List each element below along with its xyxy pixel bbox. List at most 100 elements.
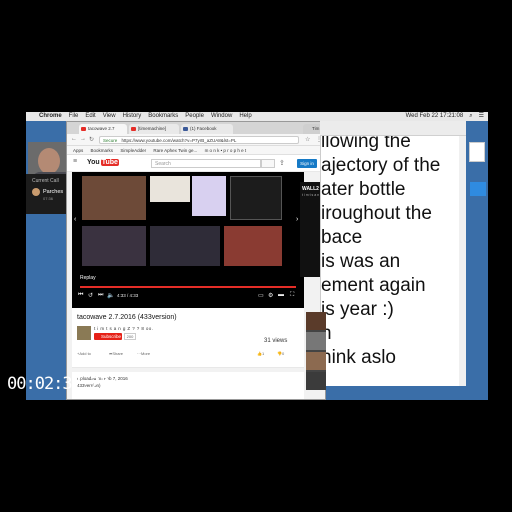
- tab-label: (1) Facebook: [190, 126, 217, 131]
- menu-edit[interactable]: Edit: [85, 112, 95, 121]
- caller-avatar: [32, 188, 40, 196]
- note-line: ement again: [321, 275, 426, 296]
- like-button[interactable]: 👍 1: [257, 351, 264, 356]
- back-icon[interactable]: ←: [71, 136, 77, 142]
- youtube-logo[interactable]: You Tube: [87, 159, 119, 166]
- logo-you: You: [87, 159, 100, 166]
- logo-tube: Tube: [100, 159, 119, 166]
- forward-icon[interactable]: →: [80, 136, 86, 142]
- chrome-window: tacowave 2.7 [timemachine] (1) Facebook …: [66, 121, 326, 400]
- note-line: bace: [321, 227, 363, 248]
- volume-icon[interactable]: 🔈: [107, 292, 114, 299]
- channel-avatar[interactable]: [77, 326, 91, 340]
- video-frame: Chrome File Edit View History Bookmarks …: [0, 0, 512, 512]
- search-button[interactable]: [261, 159, 275, 168]
- channel-name[interactable]: t i m t s a n g Z ? ? 8 oo.: [94, 326, 153, 331]
- next-icon[interactable]: ⏭: [98, 292, 103, 299]
- add-to-button[interactable]: + Add to: [77, 351, 91, 356]
- progress-bar[interactable]: [80, 286, 296, 288]
- folder-icon[interactable]: [470, 182, 486, 196]
- menu-app-chrome[interactable]: Chrome: [39, 112, 62, 121]
- replay-label[interactable]: Replay: [80, 275, 96, 281]
- replay-icon[interactable]: ↺: [88, 292, 93, 299]
- menu-window[interactable]: Window: [211, 112, 232, 121]
- end-screen-tile[interactable]: [230, 176, 282, 220]
- more-button[interactable]: ··· More: [137, 351, 150, 356]
- sign-in-button[interactable]: Sign in: [297, 159, 317, 168]
- related-thumb[interactable]: [306, 352, 326, 370]
- address-bar[interactable]: Secure https://www.youtube.com/watch?v=P…: [99, 136, 299, 144]
- reload-icon[interactable]: ↻: [89, 136, 94, 143]
- facebook-favicon-icon: [183, 127, 188, 131]
- tab-label: tacowave 2.7: [88, 126, 115, 131]
- menu-bookmarks[interactable]: Bookmarks: [148, 112, 178, 121]
- subtitles-icon[interactable]: ▭: [258, 292, 264, 299]
- bookmark-apps[interactable]: Apps: [73, 148, 83, 153]
- note-line: ater bottle: [321, 179, 406, 200]
- tab-label: Tim: [312, 126, 320, 131]
- browser-toolbar: ← → ↻ Secure https://www.youtube.com/wat…: [67, 134, 325, 146]
- bookmark-bookmarks[interactable]: Bookmarks: [91, 148, 114, 153]
- bookmark-simpleadder[interactable]: SimpleAdder: [120, 148, 146, 153]
- theater-icon[interactable]: ▬: [278, 292, 284, 298]
- share-button[interactable]: ➦ Share: [109, 351, 123, 356]
- bookmark-aphex[interactable]: Rare Aphex Twin ge...: [153, 148, 197, 153]
- notes-scrollbar[interactable]: [459, 136, 466, 386]
- subscribe-button[interactable]: Subscribe: [94, 333, 122, 340]
- tab-strip: tacowave 2.7 [timemachine] (1) Facebook …: [67, 122, 325, 134]
- notes-window[interactable]: llowing the ajectory of the ater bottle …: [320, 136, 466, 386]
- tab-timemachine[interactable]: [timemachine]: [129, 124, 179, 134]
- menu-history[interactable]: History: [123, 112, 142, 121]
- spotlight-icon[interactable]: ⌕: [469, 112, 472, 121]
- call-time: 07:36: [43, 196, 54, 201]
- hamburger-icon[interactable]: ≡: [73, 158, 77, 165]
- upload-icon[interactable]: ⇪: [279, 159, 285, 167]
- more-label: More: [141, 351, 151, 356]
- previous-icon[interactable]: ⏮: [78, 292, 83, 299]
- star-icon[interactable]: ☆: [305, 136, 310, 143]
- note-line: iroughout the: [321, 203, 432, 224]
- fullscreen-icon[interactable]: ⛶: [290, 292, 294, 299]
- related-thumb[interactable]: [306, 372, 326, 390]
- end-screen-tile[interactable]: [224, 226, 282, 266]
- note-line: llowing the: [321, 136, 411, 152]
- video-info: tacowave 2.7.2016 (433version) t i m t s…: [72, 308, 304, 368]
- tab-youtube[interactable]: tacowave 2.7: [79, 124, 127, 134]
- end-screen-tile[interactable]: [150, 176, 190, 202]
- dislike-count: 0: [281, 351, 285, 356]
- menubar-clock[interactable]: Wed Feb 22 17:21:08: [406, 112, 464, 121]
- menu-people[interactable]: People: [185, 112, 204, 121]
- menu-file[interactable]: File: [69, 112, 79, 121]
- document-icon[interactable]: [469, 142, 485, 162]
- settings-icon[interactable]: ⚙: [268, 292, 273, 299]
- note-line: hink aslo: [321, 347, 396, 368]
- call-header: Current Call: [32, 178, 59, 184]
- subscriber-count: 200: [124, 333, 136, 340]
- wall-title: WALL2: [302, 186, 319, 192]
- dislike-button[interactable]: 👎 0: [277, 351, 285, 356]
- note-line: is was an: [321, 251, 401, 272]
- end-screen-tile[interactable]: [82, 176, 146, 220]
- menu-help[interactable]: Help: [239, 112, 251, 121]
- notification-icon[interactable]: ☰: [479, 112, 484, 121]
- youtube-favicon-icon: [131, 127, 136, 131]
- end-screen-tile[interactable]: [192, 176, 226, 216]
- next-video-icon[interactable]: ›: [296, 216, 298, 223]
- end-screen-tile[interactable]: [150, 226, 220, 266]
- menu-view[interactable]: View: [103, 112, 116, 121]
- youtube-header: ≡ You Tube Search ⇪ Sign in: [67, 155, 325, 172]
- related-thumb[interactable]: [306, 312, 326, 330]
- prev-video-icon[interactable]: ‹: [74, 216, 76, 223]
- tab-facebook[interactable]: (1) Facebook: [181, 124, 233, 134]
- url-text: https://www.youtube.com/watch?v=P7yrB_aZ…: [121, 138, 237, 143]
- bookmarks-bar: Apps Bookmarks SimpleAdder Rare Aphex Tw…: [67, 146, 325, 155]
- notes-titlebar[interactable]: [320, 121, 466, 136]
- related-thumb[interactable]: [306, 332, 326, 350]
- note-line: ajectory of the: [321, 155, 441, 176]
- video-player[interactable]: ‹ › Replay ⏮ ↺ ⏭ 🔈 4:33 / 4:33 ▭ ⚙ ▬ ⛶: [72, 172, 304, 308]
- search-input[interactable]: Search: [151, 159, 261, 168]
- time-display: 4:33 / 4:33: [117, 293, 139, 298]
- end-screen-tile[interactable]: [82, 226, 146, 266]
- view-count: 31 views: [264, 338, 288, 344]
- bookmark-monk[interactable]: m o n k • p r o p h e t: [205, 148, 247, 153]
